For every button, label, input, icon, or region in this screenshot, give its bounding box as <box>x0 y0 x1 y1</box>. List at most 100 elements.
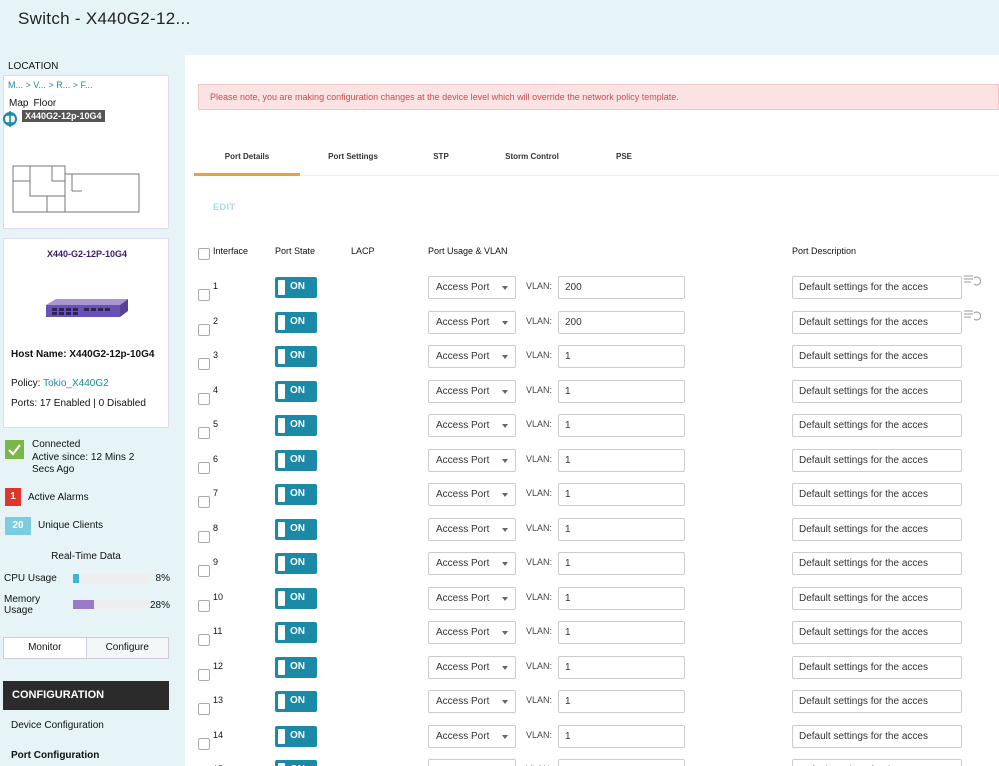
vlan-input[interactable]: 200 <box>558 276 685 299</box>
port-usage-value: Access Port <box>436 454 490 466</box>
vlan-input[interactable]: 1 <box>558 483 685 506</box>
vlan-input[interactable]: 1 <box>558 345 685 368</box>
row-checkbox[interactable] <box>198 289 210 301</box>
row-checkbox[interactable] <box>198 668 210 681</box>
port-usage-select[interactable]: Access Port <box>428 517 516 541</box>
port-usage-select[interactable]: Access Port <box>428 310 516 334</box>
vlan-input[interactable]: 1 <box>558 621 685 644</box>
port-description-input[interactable]: Default settings for the acces <box>792 517 962 541</box>
vlan-input[interactable]: 1 <box>558 552 685 575</box>
port-state-toggle[interactable]: ON <box>275 587 317 609</box>
row-checkbox[interactable] <box>198 634 210 646</box>
interface-number: 8 <box>213 522 219 533</box>
port-state-toggle[interactable]: ON <box>275 415 317 436</box>
vlan-input[interactable]: 1 <box>558 690 685 713</box>
description-header: Port Description <box>792 246 857 256</box>
port-state-toggle[interactable]: ON <box>275 311 317 333</box>
vlan-input[interactable]: 200 <box>558 310 685 334</box>
tab-port-details[interactable]: Port Details <box>194 152 300 176</box>
vlan-input[interactable]: 1 <box>558 414 685 437</box>
row-checkbox[interactable] <box>198 530 210 543</box>
port-state-toggle[interactable]: ON <box>275 518 317 540</box>
row-checkbox[interactable] <box>198 427 210 439</box>
row-checkbox[interactable] <box>198 496 210 508</box>
port-description-input[interactable]: Default settings for the acces <box>792 310 962 334</box>
port-description-input[interactable]: Default settings for the acces <box>792 724 962 748</box>
tab-stp[interactable]: STP <box>424 152 458 176</box>
port-usage-select[interactable]: Access Port <box>428 759 516 766</box>
row-checkbox[interactable] <box>198 703 210 715</box>
row-checkbox[interactable] <box>198 599 210 612</box>
caret-down-icon <box>502 527 508 532</box>
port-usage-select[interactable]: Access Port <box>428 552 516 575</box>
vlan-input[interactable]: 1 <box>558 724 685 748</box>
port-usage-select[interactable]: Access Port <box>428 379 516 403</box>
row-checkbox[interactable] <box>198 461 210 474</box>
toggle-knob <box>278 556 285 571</box>
port-usage-select[interactable]: Access Port <box>428 448 516 472</box>
location-label: LOCATION <box>8 61 59 72</box>
port-state-toggle[interactable]: ON <box>275 277 317 298</box>
port-description-input[interactable]: Default settings for the acces <box>792 655 962 679</box>
port-description-input[interactable]: Default settings for the acces <box>792 448 962 472</box>
port-state-toggle[interactable]: ON <box>275 760 317 766</box>
port-state-toggle[interactable]: ON <box>275 449 317 471</box>
row-checkbox[interactable] <box>198 565 210 577</box>
note-icon[interactable] <box>963 273 981 287</box>
toggle-label: ON <box>290 591 305 603</box>
note-icon[interactable] <box>963 308 981 322</box>
port-usage-select[interactable]: Access Port <box>428 690 516 713</box>
caret-down-icon <box>502 458 508 463</box>
port-description-input[interactable]: Default settings for the acces <box>792 586 962 610</box>
port-usage-select[interactable]: Access Port <box>428 483 516 506</box>
vlan-input[interactable]: 1 <box>558 586 685 610</box>
tab-storm-control[interactable]: Storm Control <box>492 152 572 176</box>
tab-pse[interactable]: PSE <box>604 152 644 176</box>
port-description-input[interactable]: Default settings for the acces <box>792 345 962 368</box>
vlan-input[interactable]: 1 <box>558 655 685 679</box>
edit-button[interactable]: EDIT <box>213 202 236 212</box>
port-description-input[interactable]: Default settings for the acces <box>792 414 962 437</box>
toggle-knob <box>278 383 285 399</box>
port-usage-select[interactable]: Access Port <box>428 414 516 437</box>
interface-number: 4 <box>213 384 219 395</box>
select-all-checkbox[interactable] <box>198 248 210 260</box>
row-checkbox[interactable] <box>198 737 210 750</box>
port-usage-select[interactable]: Access Port <box>428 655 516 679</box>
port-description-input[interactable]: Default settings for the acces <box>792 379 962 403</box>
port-usage-select[interactable]: Access Port <box>428 724 516 748</box>
tab-port-settings[interactable]: Port Settings <box>314 152 392 176</box>
port-state-toggle[interactable]: ON <box>275 484 317 505</box>
port-usage-select[interactable]: Access Port <box>428 621 516 644</box>
toggle-label: ON <box>290 695 305 706</box>
vlan-label: VLAN: <box>526 660 553 671</box>
port-description-input[interactable]: Default settings for the acces <box>792 759 962 766</box>
port-description-input[interactable]: Default settings for the acces <box>792 621 962 644</box>
row-checkbox[interactable] <box>198 358 210 370</box>
floor-tab[interactable]: Floor <box>33 98 56 109</box>
vlan-input[interactable]: 1 <box>558 379 685 403</box>
port-description-input[interactable]: Default settings for the acces <box>792 276 962 299</box>
port-state-toggle[interactable]: ON <box>275 622 317 643</box>
port-description-input[interactable]: Default settings for the acces <box>792 690 962 713</box>
port-state-toggle[interactable]: ON <box>275 725 317 747</box>
location-breadcrumb[interactable]: M... > V... > R... > F... <box>8 80 92 90</box>
port-state-toggle[interactable]: ON <box>275 346 317 367</box>
vlan-input[interactable]: 1 <box>558 517 685 541</box>
row-checkbox[interactable] <box>198 323 210 336</box>
row-checkbox[interactable] <box>198 392 210 405</box>
vlan-input[interactable]: 1 <box>558 759 685 766</box>
switch-pin-icon[interactable] <box>3 107 21 131</box>
port-state-toggle[interactable]: ON <box>275 656 317 678</box>
port-usage-select[interactable]: Access Port <box>428 586 516 610</box>
port-description-input[interactable]: Default settings for the acces <box>792 483 962 506</box>
port-state-toggle[interactable]: ON <box>275 691 317 712</box>
vlan-label: VLAN: <box>526 315 553 326</box>
port-usage-select[interactable]: Access Port <box>428 276 516 299</box>
vlan-input[interactable]: 1 <box>558 448 685 472</box>
port-usage-value: Access Port <box>436 696 490 707</box>
port-description-input[interactable]: Default settings for the acces <box>792 552 962 575</box>
port-usage-select[interactable]: Access Port <box>428 345 516 368</box>
port-state-toggle[interactable]: ON <box>275 553 317 574</box>
port-state-toggle[interactable]: ON <box>275 380 317 402</box>
